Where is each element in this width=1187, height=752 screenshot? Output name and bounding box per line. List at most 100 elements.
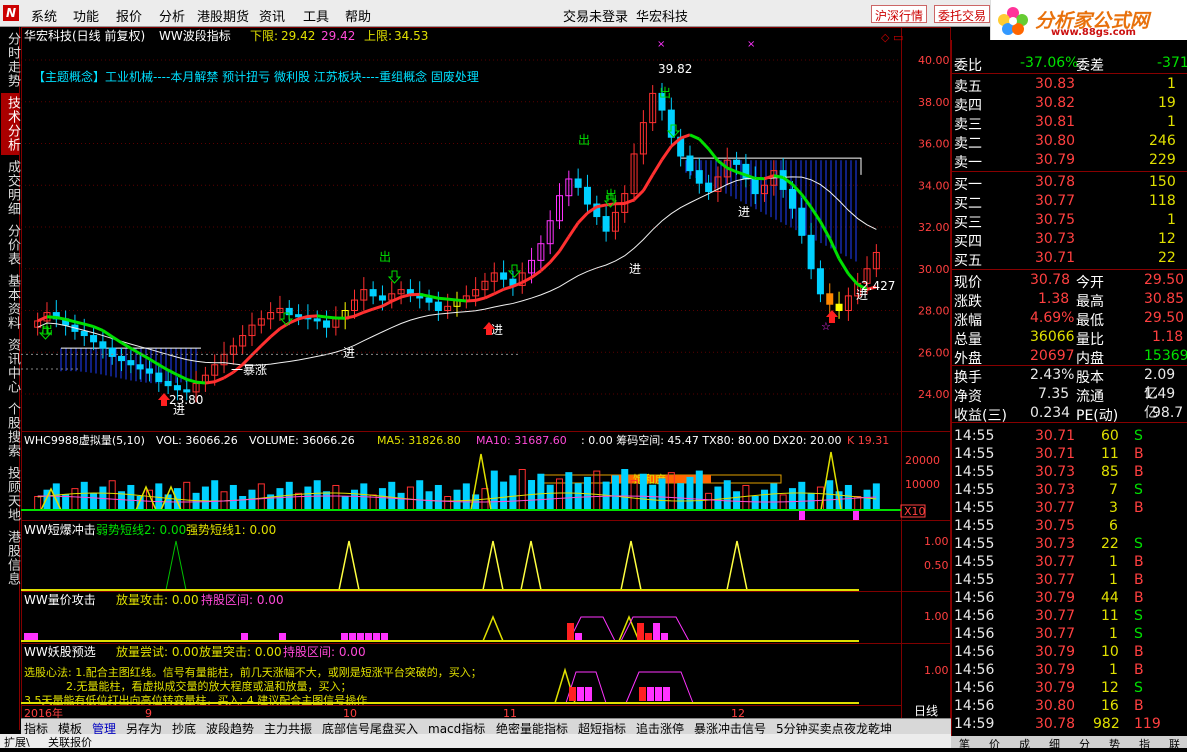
quote-tab[interactable]: 指 — [1139, 736, 1150, 752]
vol-axis-10000: 10000 — [905, 478, 940, 491]
quote-tab[interactable]: 势 — [1109, 736, 1120, 752]
tab-price-table[interactable]: 分价表 — [1, 221, 19, 269]
panel4-hold: 持股区间: 0.00 — [201, 592, 284, 607]
tick-volume: 1 — [1109, 572, 1118, 588]
menu-news[interactable]: 资讯 — [259, 6, 285, 25]
panel-controls[interactable]: ◇ ▭ — [881, 31, 903, 44]
signal-bar — [577, 687, 584, 701]
candle-body — [156, 373, 162, 381]
panel5-title: WW妖股预选 — [24, 645, 96, 659]
ma-short-segment — [327, 317, 336, 318]
bid-row: 买一30.78150 — [952, 173, 1187, 192]
ask-volume: 19 — [1158, 95, 1176, 111]
tick-side: B — [1134, 464, 1144, 480]
ma-short-segment — [457, 300, 466, 301]
quote-tab[interactable]: 细 — [1049, 736, 1060, 752]
order-button[interactable]: 委托交易 — [934, 5, 990, 23]
tick-price: 30.77 — [1035, 572, 1075, 588]
volume-bar — [789, 489, 795, 510]
tick-price: 30.79 — [1035, 644, 1075, 660]
indicator-name: WW波段指标 — [159, 28, 231, 43]
stat-value: 29.50 — [1144, 310, 1184, 326]
vol-panel-title: WHC9988虚拟量(5,10) — [24, 433, 145, 447]
volume-bar — [566, 473, 572, 510]
candle-body — [603, 217, 609, 232]
menu-tools[interactable]: 工具 — [303, 6, 329, 25]
shsz-quote-button[interactable]: 沪深行情 — [871, 5, 927, 23]
quote-tab[interactable]: 笔 — [959, 736, 970, 752]
stat-label: 今开 — [1076, 272, 1104, 292]
volume-bar — [379, 489, 385, 510]
stat-value: 98.7 — [1152, 405, 1183, 421]
volume-bar — [389, 482, 395, 510]
menu-hk-futures[interactable]: 港股期货 — [197, 6, 249, 25]
candle-body — [174, 386, 180, 390]
tick-price: 30.71 — [1035, 446, 1075, 462]
menu-analysis[interactable]: 分析 — [159, 6, 185, 25]
quote-tab[interactable]: 成 — [1019, 736, 1030, 752]
tab-basic-info[interactable]: 基本资料 — [1, 271, 19, 333]
volume-bar — [640, 474, 646, 510]
attack-bar — [567, 623, 574, 641]
neg-vol-bar — [799, 511, 805, 520]
candle-body — [827, 294, 833, 304]
menu-function[interactable]: 功能 — [73, 6, 99, 25]
tick-side: B — [1134, 554, 1144, 570]
panel5-hold: 持股区间: 0.00 — [283, 644, 366, 659]
menu-help[interactable]: 帮助 — [345, 6, 371, 25]
candle-body — [314, 319, 320, 321]
quote-tab[interactable]: 联 — [1169, 736, 1180, 752]
tab-advisor[interactable]: 投顾天地 — [1, 463, 19, 525]
volume-bar — [417, 481, 423, 510]
volume-bar — [240, 497, 246, 511]
stat-value: 1.18 — [1152, 329, 1183, 345]
ask-level: 卖五 — [954, 76, 982, 96]
ask-price: 30.80 — [1035, 133, 1075, 149]
tab-intraday[interactable]: 分时走势 — [1, 29, 19, 91]
menu-quote[interactable]: 报价 — [116, 6, 142, 25]
attack-bar — [645, 633, 652, 641]
stat-label: 股本 — [1076, 367, 1104, 387]
jin-buy-signal: 进 — [491, 323, 503, 337]
bid-volume: 1 — [1167, 212, 1176, 228]
x10-label[interactable]: X10 — [904, 505, 926, 518]
tick-row: 14:5530.737S — [952, 481, 1187, 500]
stat-value: 30.78 — [1030, 272, 1070, 288]
tab-news-center[interactable]: 资讯中心 — [1, 335, 19, 397]
chu-sell-signal: 出 — [578, 133, 590, 147]
tick-price: 30.77 — [1035, 500, 1075, 516]
volume-bar — [715, 487, 721, 510]
stat-label: 换手 — [954, 367, 982, 387]
tick-time: 14:56 — [954, 590, 994, 606]
stat-label: 涨跌 — [954, 291, 982, 311]
ma-short-segment — [438, 298, 447, 299]
stat-label: 最低 — [1076, 310, 1104, 330]
volume-bar — [650, 485, 656, 510]
brand-url[interactable]: www.88gs.com — [1051, 27, 1136, 38]
tab-hk-info[interactable]: 港股信息 — [1, 527, 19, 589]
bid-level: 买一 — [954, 174, 982, 194]
price-tick-label: 36.00 — [918, 138, 950, 151]
volume-bar — [324, 492, 330, 510]
tab-stock-search[interactable]: 个股搜索 — [1, 399, 19, 461]
bid-row: 买五30.7122 — [952, 249, 1187, 268]
ask-price: 30.82 — [1035, 95, 1075, 111]
bid-volume: 22 — [1158, 250, 1176, 266]
quote-separator — [952, 269, 1187, 270]
bid-level: 买五 — [954, 250, 982, 270]
panel4-attack: 放量攻击: 0.00 — [116, 592, 199, 607]
quote-tab[interactable]: 价 — [989, 736, 1000, 752]
candle-body — [575, 179, 581, 187]
candle-body — [584, 187, 590, 204]
concept-text: 【主题概念】工业机械----本月解禁 预计扭亏 微利股 江苏板块----重组概念… — [33, 69, 479, 84]
volume-bar — [351, 490, 357, 510]
kline-chart-area[interactable]: 40.0038.0036.0034.0032.0030.0028.0026.00… — [21, 27, 951, 720]
period-label[interactable]: 日线 — [914, 704, 938, 718]
tick-time: 14:55 — [954, 518, 994, 534]
menu-system[interactable]: 系统 — [31, 6, 57, 25]
tab-technical[interactable]: 技术分析 — [1, 93, 19, 155]
price-tick-label: 24.00 — [918, 388, 950, 401]
tab-trades[interactable]: 成交明细 — [1, 157, 19, 219]
brand-banner: 分析家公式网 www.88gs.com — [990, 0, 1187, 40]
quote-tab[interactable]: 分 — [1079, 736, 1090, 752]
